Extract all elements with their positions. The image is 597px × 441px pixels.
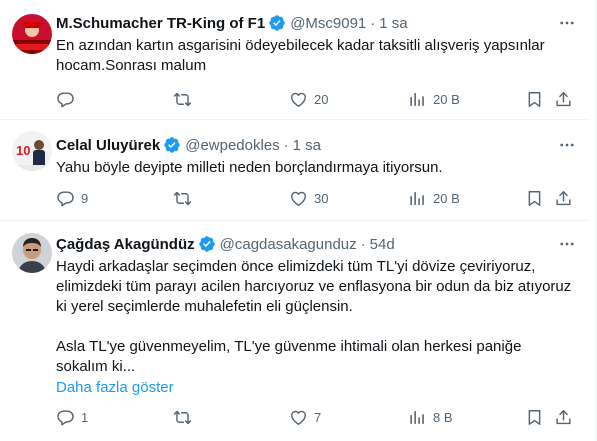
username[interactable]: @cagdasakagunduz	[220, 236, 357, 253]
reply-count: 1	[81, 409, 89, 425]
separator-dot: ·	[360, 235, 366, 253]
bookmark-button[interactable]	[525, 189, 544, 208]
tweet-text: En azından kartın asgarisini ödeyebilece…	[56, 37, 549, 74]
verified-badge-icon	[268, 14, 286, 32]
retweet-button[interactable]	[173, 189, 198, 208]
tweet-header: Celal Uluyürek @ewpedokles · 1 sa	[56, 135, 577, 155]
action-bar: 1 7 8 B	[56, 407, 577, 427]
views-icon	[408, 90, 427, 109]
more-icon	[558, 14, 576, 32]
avatar[interactable]	[12, 233, 52, 273]
like-count: 20	[314, 91, 329, 107]
retweet-icon	[173, 189, 192, 208]
views-button[interactable]: 8 B	[408, 408, 453, 427]
share-button[interactable]	[554, 90, 573, 109]
action-bar: 20 20 B	[56, 89, 577, 109]
bookmark-button[interactable]	[525, 408, 544, 427]
tweet-text: Yahu böyle deyipte milleti neden borçlan…	[56, 159, 443, 176]
share-button[interactable]	[554, 189, 573, 208]
like-count: 7	[314, 409, 322, 425]
more-icon	[558, 235, 576, 253]
action-bar: 9 30 20 B	[56, 188, 577, 208]
avatar-image	[12, 14, 52, 54]
like-button[interactable]: 7	[289, 408, 321, 427]
retweet-button[interactable]	[173, 90, 198, 109]
reply-feed: M.Schumacher TR-King of F1 @Msc9091 · 1 …	[0, 0, 597, 441]
share-icon	[554, 189, 573, 208]
more-button[interactable]	[557, 13, 577, 33]
views-icon	[408, 189, 427, 208]
tweet-header: Çağdaş Akagündüz @cagdasakagunduz · 54d	[56, 234, 577, 254]
share-icon	[554, 408, 573, 427]
bookmark-button[interactable]	[525, 90, 544, 109]
bookmark-icon	[525, 189, 544, 208]
more-icon	[558, 136, 576, 154]
views-button[interactable]: 20 B	[408, 90, 460, 109]
more-button[interactable]	[557, 135, 577, 155]
tweet[interactable]: M.Schumacher TR-King of F1 @Msc9091 · 1 …	[0, 0, 589, 120]
username[interactable]: @ewpedokles	[185, 137, 279, 154]
reply-icon	[56, 90, 75, 109]
timestamp[interactable]: 1 sa	[379, 15, 407, 32]
separator-dot: ·	[283, 136, 289, 154]
reply-button[interactable]: 9	[56, 189, 88, 208]
show-more-link[interactable]: Daha fazla göster	[56, 378, 577, 398]
avatar[interactable]: 10	[12, 131, 52, 171]
share-button[interactable]	[554, 408, 573, 427]
svg-text:10: 10	[16, 143, 30, 158]
tweet-header: M.Schumacher TR-King of F1 @Msc9091 · 1 …	[56, 13, 577, 33]
tweet-text: Haydi arkadaşlar seçimden önce elimizdek…	[56, 258, 572, 375]
reply-button[interactable]	[56, 90, 81, 109]
avatar-image	[12, 233, 52, 273]
reply-button[interactable]: 1	[56, 408, 88, 427]
views-button[interactable]: 20 B	[408, 189, 460, 208]
views-icon	[408, 408, 427, 427]
bookmark-icon	[525, 408, 544, 427]
display-name[interactable]: Çağdaş Akagündüz	[56, 236, 195, 253]
timestamp[interactable]: 54d	[370, 236, 395, 253]
display-name[interactable]: M.Schumacher TR-King of F1	[56, 15, 265, 32]
verified-badge-icon	[163, 136, 181, 154]
views-count: 20 B	[433, 190, 460, 206]
more-button[interactable]	[557, 234, 577, 254]
avatar-image: 10	[12, 131, 52, 171]
reply-icon	[56, 408, 75, 427]
tweet[interactable]: 10 Celal Uluyürek @ewpedokles · 1 sa Yah…	[0, 120, 589, 221]
retweet-icon	[173, 90, 192, 109]
like-icon	[289, 189, 308, 208]
like-icon	[289, 408, 308, 427]
reply-icon	[56, 189, 75, 208]
tweet[interactable]: Çağdaş Akagündüz @cagdasakagunduz · 54d …	[0, 221, 589, 441]
like-button[interactable]: 20	[289, 90, 328, 109]
username[interactable]: @Msc9091	[290, 15, 366, 32]
separator-dot: ·	[370, 14, 376, 32]
verified-badge-icon	[198, 235, 216, 253]
bookmark-icon	[525, 90, 544, 109]
share-icon	[554, 90, 573, 109]
views-count: 8 B	[433, 409, 453, 425]
retweet-icon	[173, 408, 192, 427]
timestamp[interactable]: 1 sa	[293, 137, 321, 154]
like-count: 30	[314, 190, 329, 206]
avatar[interactable]	[12, 14, 52, 54]
retweet-button[interactable]	[173, 408, 198, 427]
like-button[interactable]: 30	[289, 189, 328, 208]
reply-count: 9	[81, 190, 89, 206]
views-count: 20 B	[433, 91, 460, 107]
like-icon	[289, 90, 308, 109]
display-name[interactable]: Celal Uluyürek	[56, 137, 160, 154]
